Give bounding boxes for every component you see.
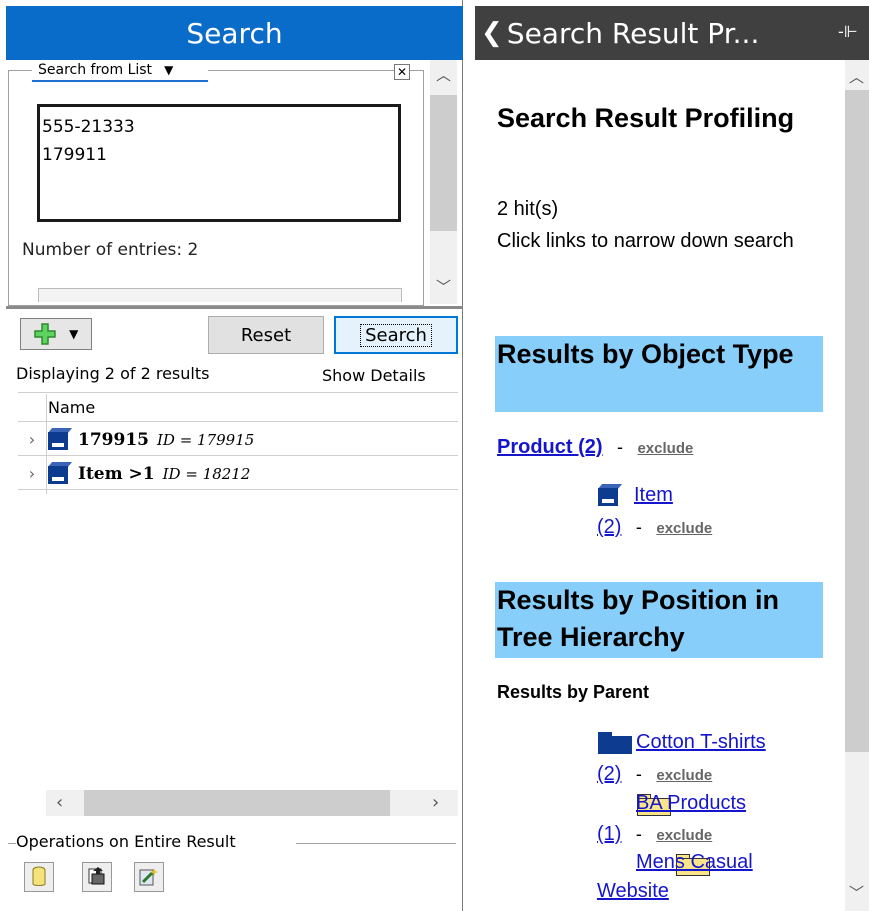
list-entry: 179911 (42, 145, 107, 165)
scroll-down-icon[interactable]: ﹀ (430, 276, 457, 297)
profiling-hint: Click links to narrow down search (497, 230, 794, 252)
parent-filter: (1) - exclude (597, 823, 713, 845)
expand-icon[interactable]: › (18, 430, 46, 449)
search-button[interactable]: Search (334, 316, 458, 354)
item-link[interactable]: Item (634, 484, 673, 507)
row-id: ID = 179915 (156, 430, 255, 449)
parent-link-continued[interactable]: Website (597, 880, 669, 903)
section-object-type: Results by Object Type (495, 336, 823, 412)
parent-count-link[interactable]: (1) (597, 823, 621, 845)
close-icon[interactable]: ✕ (394, 64, 410, 80)
row-name: Item >1 (78, 463, 155, 484)
by-parent-heading: Results by Parent (497, 682, 650, 702)
exclude-link[interactable]: exclude (656, 767, 712, 784)
parent-link[interactable]: Cotton T-shirts (636, 731, 766, 754)
database-icon (32, 866, 46, 886)
reset-button[interactable]: Reset (208, 316, 324, 354)
hit-count: 2 hit(s) (497, 198, 559, 220)
operations-label: Operations on Entire Result (16, 832, 240, 851)
list-entry: 555-21333 (42, 117, 135, 137)
chevron-down-icon: ▼ (164, 63, 174, 77)
profiling-title: Search Result Profiling (497, 103, 795, 133)
criteria-scrollbar-thumb[interactable] (430, 95, 457, 231)
column-header-name[interactable]: Name (48, 398, 95, 417)
product-link[interactable]: Product (2) (497, 436, 603, 458)
search-button-label: Search (360, 323, 432, 347)
profiling-header-title: Search Result Pr... (506, 16, 760, 50)
back-icon[interactable]: ❮ (481, 18, 503, 48)
exclude-link[interactable]: exclude (656, 520, 712, 537)
ops-divider (8, 843, 16, 844)
folder-icon (598, 732, 632, 754)
exclude-link[interactable]: exclude (637, 440, 693, 457)
search-mode-dropdown[interactable]: Search from List ▼ (32, 60, 208, 82)
search-list-textarea[interactable]: 555-21333 179911 (37, 104, 401, 222)
show-details-link[interactable]: Show Details (322, 366, 426, 385)
grid-scrollbar-thumb[interactable] (84, 790, 390, 816)
row-id: ID = 18212 (162, 464, 251, 483)
profiling-header[interactable]: ❮ Search Result Pr... (475, 6, 869, 60)
search-pane-title: Search (6, 6, 463, 60)
table-row[interactable]: › 179915 ID = 179915 (18, 424, 458, 456)
pane-splitter[interactable] (6, 306, 463, 309)
chevron-down-icon: ▼ (69, 327, 79, 341)
product-filter: Product (2) - exclude (497, 436, 694, 458)
scroll-left-icon[interactable]: ‹ (56, 792, 63, 813)
parent-link[interactable]: BA Products (636, 792, 746, 815)
product-cube-icon (46, 461, 73, 486)
magic-wand-icon (139, 868, 158, 886)
bulk-edit-button[interactable] (134, 862, 164, 892)
scroll-down-icon[interactable]: ﹀ (843, 882, 869, 903)
scroll-right-icon[interactable]: › (432, 792, 439, 813)
export-icon (88, 867, 105, 885)
item-cube-icon (596, 484, 623, 512)
scroll-up-icon[interactable]: ︿ (843, 66, 869, 87)
pin-icon[interactable]: -⊩ (838, 22, 858, 41)
search-mode-label: Search from List (38, 62, 153, 78)
print-export-button[interactable] (82, 862, 112, 892)
add-criteria-button[interactable]: ▼ (20, 318, 92, 350)
table-row[interactable]: › Item >1 ID = 18212 (18, 458, 458, 490)
parent-filter: (2) - exclude (597, 763, 713, 785)
parent-count-link[interactable]: (2) (597, 763, 621, 785)
plus-icon (33, 323, 56, 345)
item-count-link[interactable]: (2) (597, 516, 621, 538)
scroll-up-icon[interactable]: ︿ (430, 64, 457, 85)
hidden-field (38, 288, 402, 302)
profiling-scrollbar-thumb[interactable] (845, 90, 869, 752)
item-filter: (2) - exclude (597, 516, 713, 538)
entries-count: Number of entries: 2 (22, 240, 199, 260)
database-button[interactable] (24, 862, 54, 892)
section-tree-position: Results by Position in Tree Hierarchy (495, 582, 823, 658)
expand-icon[interactable]: › (18, 464, 46, 483)
results-summary: Displaying 2 of 2 results (16, 364, 210, 383)
parent-link[interactable]: Mens Casual (636, 851, 753, 874)
product-cube-icon (46, 427, 73, 452)
ops-divider (296, 843, 456, 844)
row-name: 179915 (78, 429, 149, 450)
exclude-link[interactable]: exclude (656, 827, 712, 844)
